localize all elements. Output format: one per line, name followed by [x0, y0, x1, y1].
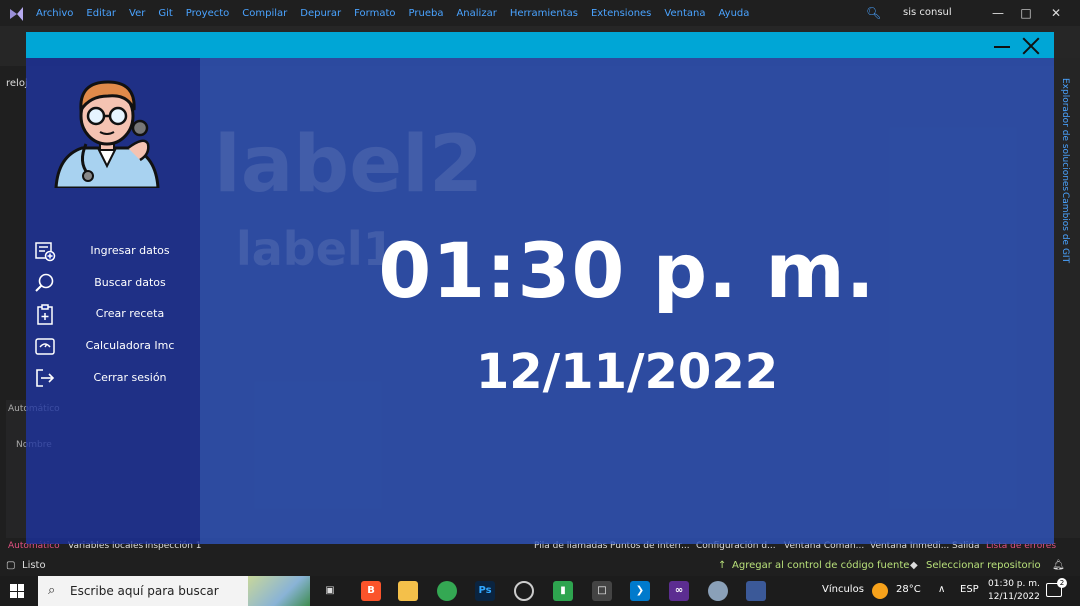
- menu-extensiones[interactable]: Extensiones: [591, 8, 651, 19]
- brave-browser-icon[interactable]: B: [361, 581, 381, 601]
- visual-studio-icon[interactable]: ∞: [669, 581, 689, 601]
- tab-reloj[interactable]: reloj: [6, 78, 28, 89]
- app-titlebar[interactable]: [26, 32, 1054, 58]
- close-icon[interactable]: ✕: [1046, 3, 1066, 23]
- clock-time: 01:30 p. m.: [378, 226, 876, 315]
- clock-date: 12/11/2022: [475, 344, 779, 400]
- taskbar-search-placeholder: Escribe aquí para buscar: [70, 584, 219, 598]
- taskbar-time: 01:30 p. m.: [988, 579, 1040, 589]
- menu-ayuda[interactable]: Ayuda: [718, 8, 749, 19]
- visual-studio-logo-icon: [10, 7, 23, 21]
- clipboard-plus-icon: [37, 304, 53, 325]
- menu-analizar[interactable]: Analizar: [456, 8, 496, 19]
- menu-herramientas[interactable]: Herramientas: [510, 8, 578, 19]
- logout-icon: [36, 369, 55, 387]
- minimize-icon[interactable]: —: [988, 3, 1008, 23]
- photoshop-icon[interactable]: Ps: [475, 581, 495, 601]
- maximize-icon[interactable]: □: [1016, 3, 1036, 23]
- menu-ver[interactable]: Ver: [129, 8, 145, 19]
- git-add-button[interactable]: Agregar al control de código fuente: [732, 560, 909, 571]
- search-icon: [35, 273, 54, 292]
- menu-git[interactable]: Git: [158, 8, 172, 19]
- scale-icon: [35, 338, 55, 355]
- green-app-icon[interactable]: ▮: [553, 581, 573, 601]
- menu-archivo[interactable]: Archivo: [36, 8, 73, 19]
- vs-auto-panel: [6, 400, 26, 540]
- chrome-icon[interactable]: [437, 581, 457, 601]
- tab-explorador-soluciones[interactable]: Explorador de soluciones: [1060, 78, 1070, 191]
- vs-statusbar: ▢ Listo ↑ Agregar al control de código f…: [0, 556, 1080, 576]
- vinculos-label[interactable]: Vínculos: [822, 584, 864, 595]
- app-sidebar: Ingresar datos Buscar datos Crear receta…: [26, 58, 200, 544]
- menu-label: Ingresar datos: [90, 244, 170, 257]
- register-form-icon: [35, 242, 56, 262]
- menu-depurar[interactable]: Depurar: [300, 8, 341, 19]
- menu-label: Cerrar sesión: [93, 371, 167, 384]
- menu-label: Calculadora Imc: [85, 339, 175, 352]
- status-listo: Listo: [22, 560, 46, 571]
- menu-prueba[interactable]: Prueba: [409, 8, 444, 19]
- bell-icon[interactable]: 🔔︎: [1052, 560, 1065, 571]
- file-explorer-icon[interactable]: [398, 581, 418, 601]
- vscode-icon[interactable]: ❯: [630, 581, 650, 601]
- menu-label: Crear receta: [95, 307, 165, 320]
- language-indicator[interactable]: ESP: [960, 584, 979, 595]
- status-icon: ▢: [6, 560, 16, 571]
- app-main-panel: label2 label1 01:30 p. m. 12/11/2022: [200, 58, 1054, 544]
- doctor-app-icon[interactable]: [746, 581, 766, 601]
- vs-search-icon[interactable]: 🔍︎: [866, 6, 881, 20]
- taskbar-search[interactable]: ⌕ Escribe aquí para buscar: [38, 576, 310, 606]
- menu-proyecto[interactable]: Proyecto: [186, 8, 229, 19]
- app-close-icon[interactable]: [1021, 36, 1041, 56]
- notification-count: 2: [1057, 578, 1067, 588]
- ghost-label2: label2: [214, 120, 484, 210]
- menu-cerrar-sesion[interactable]: Cerrar sesión: [26, 364, 200, 392]
- task-view-icon[interactable]: ▣: [320, 581, 340, 601]
- menu-buscar-datos[interactable]: Buscar datos: [26, 269, 200, 297]
- app-minimize-icon[interactable]: [991, 32, 1013, 58]
- menu-ingresar-datos[interactable]: Ingresar datos: [26, 237, 200, 265]
- menu-compilar[interactable]: Compilar: [242, 8, 287, 19]
- menu-label: Buscar datos: [94, 276, 166, 289]
- doctor-avatar-icon: [54, 80, 160, 188]
- menu-ventana[interactable]: Ventana: [664, 8, 705, 19]
- search-highlight-image: [248, 576, 310, 606]
- vs-solution-title: sis consul: [903, 7, 952, 18]
- tab-cambios-git[interactable]: Cambios de GIT: [1060, 192, 1070, 263]
- menu-formato[interactable]: Formato: [354, 8, 395, 19]
- arrow-up-icon: ↑: [718, 560, 727, 571]
- windows-start-icon[interactable]: [10, 584, 24, 598]
- menu-crear-receta[interactable]: Crear receta: [26, 300, 200, 328]
- repo-diamond-icon: ◆: [910, 560, 918, 571]
- windows-taskbar: ⌕ Escribe aquí para buscar ▣ B Ps ▮ □ ❯ …: [0, 576, 1080, 606]
- temperature[interactable]: 28°C: [896, 584, 921, 595]
- obs-icon[interactable]: [514, 581, 534, 601]
- app-window: Ingresar datos Buscar datos Crear receta…: [26, 32, 1054, 544]
- select-repo-button[interactable]: Seleccionar repositorio: [926, 560, 1041, 571]
- search-icon: ⌕: [48, 583, 56, 598]
- taskbar-date: 12/11/2022: [988, 592, 1040, 602]
- menu-calculadora-imc[interactable]: Calculadora Imc: [26, 332, 200, 360]
- chevron-up-icon[interactable]: ∧: [938, 584, 945, 595]
- twitch-icon[interactable]: □: [592, 581, 612, 601]
- weather-sun-icon[interactable]: [872, 583, 888, 599]
- taskbar-clock[interactable]: 01:30 p. m. 12/11/2022: [988, 578, 1040, 604]
- menu-editar[interactable]: Editar: [86, 8, 116, 19]
- chrome-profile-icon[interactable]: [708, 581, 728, 601]
